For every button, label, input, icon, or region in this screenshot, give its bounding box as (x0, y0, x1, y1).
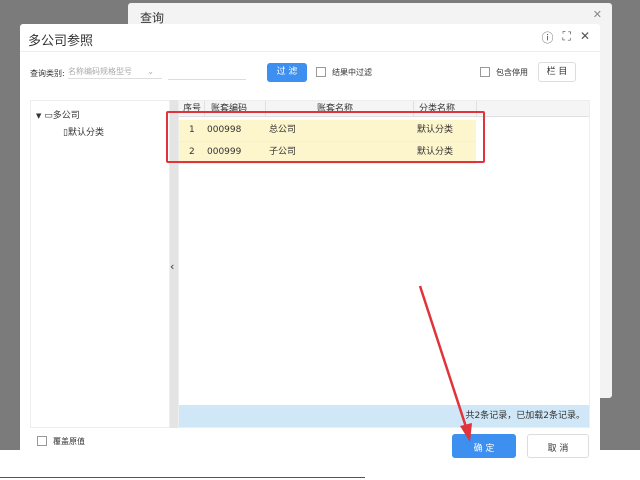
arrow-head (460, 423, 472, 442)
annotation-arrow (418, 285, 472, 442)
arrow-line (418, 285, 469, 431)
